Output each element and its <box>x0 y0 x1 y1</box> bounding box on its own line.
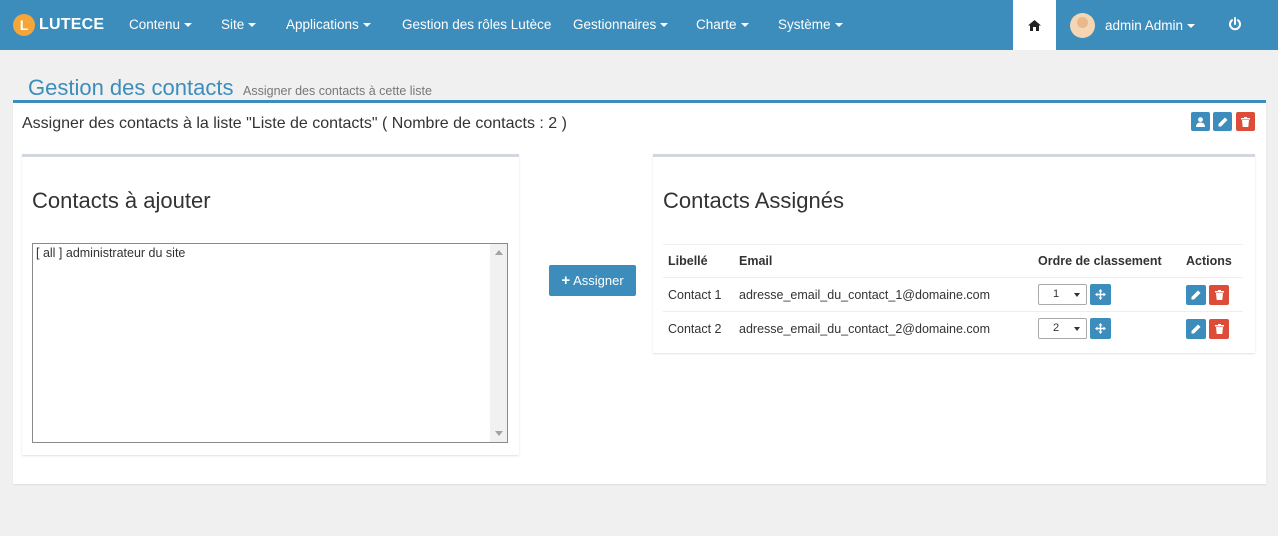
manage-users-button[interactable] <box>1191 112 1210 131</box>
caret-down-icon <box>248 23 257 28</box>
page-title: Gestion des contacts <box>28 75 234 100</box>
nav-menu-label: Contenu <box>129 17 181 32</box>
column-header-actions: Actions <box>1181 244 1243 278</box>
main-box: Assigner des contacts à la liste "Liste … <box>13 100 1266 484</box>
brand-link[interactable]: L LUTECE <box>13 14 104 36</box>
move-arrows-icon <box>1095 289 1106 300</box>
nav-menu-contenu[interactable]: Contenu <box>129 0 193 50</box>
table-row: Contact 2 adresse_email_du_contact_2@dom… <box>663 311 1243 346</box>
caret-down-icon <box>362 23 371 28</box>
caret-down-icon <box>740 23 749 28</box>
table-row: Contact 1 adresse_email_du_contact_1@dom… <box>663 277 1243 312</box>
delete-contact-button[interactable] <box>1209 284 1229 305</box>
box-title: Assigner des contacts à la liste "Liste … <box>22 115 567 132</box>
nav-menu-gestion-roles[interactable]: Gestion des rôles Lutèce <box>402 0 551 50</box>
scrollbar[interactable] <box>490 244 507 442</box>
plus-icon: + <box>561 272 571 289</box>
nav-menu-label: Applications <box>286 17 359 32</box>
user-menu[interactable]: admin Admin <box>1070 13 1196 38</box>
contacts-to-add-select[interactable]: [ all ] administrateur du site <box>32 243 508 443</box>
pencil-icon <box>1191 324 1201 334</box>
order-value: 1 <box>1053 288 1060 300</box>
move-arrows-icon <box>1095 323 1106 335</box>
contacts-to-add-title: Contacts à ajouter <box>32 188 211 213</box>
contact-email: adresse_email_du_contact_1@domaine.com <box>734 277 1033 312</box>
contact-option[interactable]: [ all ] administrateur du site <box>36 246 185 260</box>
nav-menu-label: Charte <box>696 17 737 32</box>
caret-down-icon <box>660 23 669 28</box>
scroll-down-arrow-icon[interactable] <box>495 431 503 436</box>
contact-email: adresse_email_du_contact_2@domaine.com <box>734 311 1033 346</box>
assigned-contacts-table: Libellé Email Ordre de classement Action… <box>663 244 1243 346</box>
trash-icon <box>1214 289 1224 300</box>
logout-button[interactable] <box>1228 17 1242 34</box>
avatar <box>1070 13 1095 38</box>
nav-menu-label: Site <box>221 17 245 32</box>
order-select[interactable]: 2 <box>1038 318 1087 340</box>
nav-menu-label: Système <box>778 17 831 32</box>
caret-down-icon <box>1187 23 1196 28</box>
nav-menu-charte[interactable]: Charte <box>696 0 749 50</box>
column-header-order: Ordre de classement <box>1033 244 1181 278</box>
nav-menu-label: Gestion des rôles Lutèce <box>402 17 552 32</box>
edit-list-button[interactable] <box>1213 112 1232 131</box>
nav-menu-site[interactable]: Site <box>221 0 257 50</box>
home-icon <box>1028 19 1041 31</box>
home-button[interactable] <box>1013 0 1056 50</box>
caret-down-icon <box>834 23 843 28</box>
trash-icon <box>1214 323 1224 334</box>
user-icon <box>1196 116 1205 127</box>
move-button[interactable] <box>1090 284 1111 305</box>
assigned-contacts-panel: Contacts Assignés Libellé Email Ordre de… <box>653 154 1255 353</box>
page-subtitle: Assigner des contacts à cette liste <box>243 84 432 98</box>
pencil-icon <box>1191 290 1201 299</box>
order-select[interactable]: 1 <box>1038 284 1087 305</box>
scroll-up-arrow-icon[interactable] <box>495 250 503 255</box>
user-name: admin Admin <box>1105 18 1184 33</box>
order-value: 2 <box>1053 322 1060 335</box>
edit-contact-button[interactable] <box>1186 318 1206 339</box>
top-navbar: L LUTECE Contenu Site Applications Gesti… <box>0 0 1278 50</box>
column-header-email: Email <box>734 244 1033 278</box>
caret-down-icon <box>184 23 193 28</box>
assigned-contacts-title: Contacts Assignés <box>663 188 844 213</box>
nav-menu-label: Gestionnaires <box>573 17 657 32</box>
edit-contact-button[interactable] <box>1186 284 1206 305</box>
delete-list-button[interactable] <box>1236 112 1255 131</box>
lutece-logo-icon: L <box>13 14 35 36</box>
chevron-down-icon <box>1074 327 1080 332</box>
assign-button[interactable]: + Assigner <box>549 265 636 296</box>
delete-contact-button[interactable] <box>1209 318 1229 339</box>
trash-icon <box>1241 116 1250 127</box>
power-icon <box>1229 17 1241 31</box>
brand-name: LUTECE <box>39 16 105 33</box>
nav-menu-applications[interactable]: Applications <box>286 0 371 50</box>
nav-menu-systeme[interactable]: Système <box>778 0 843 50</box>
column-header-libelle: Libellé <box>663 244 734 278</box>
contact-label: Contact 1 <box>663 277 734 312</box>
nav-menu-gestionnaires[interactable]: Gestionnaires <box>573 0 669 50</box>
table-header-row: Libellé Email Ordre de classement Action… <box>663 244 1243 278</box>
contact-label: Contact 2 <box>663 311 734 346</box>
assign-button-label: Assigner <box>573 273 624 288</box>
move-button[interactable] <box>1090 318 1111 340</box>
pencil-icon <box>1218 117 1227 126</box>
chevron-down-icon <box>1074 293 1080 297</box>
contacts-to-add-panel: Contacts à ajouter [ all ] administrateu… <box>22 154 519 455</box>
